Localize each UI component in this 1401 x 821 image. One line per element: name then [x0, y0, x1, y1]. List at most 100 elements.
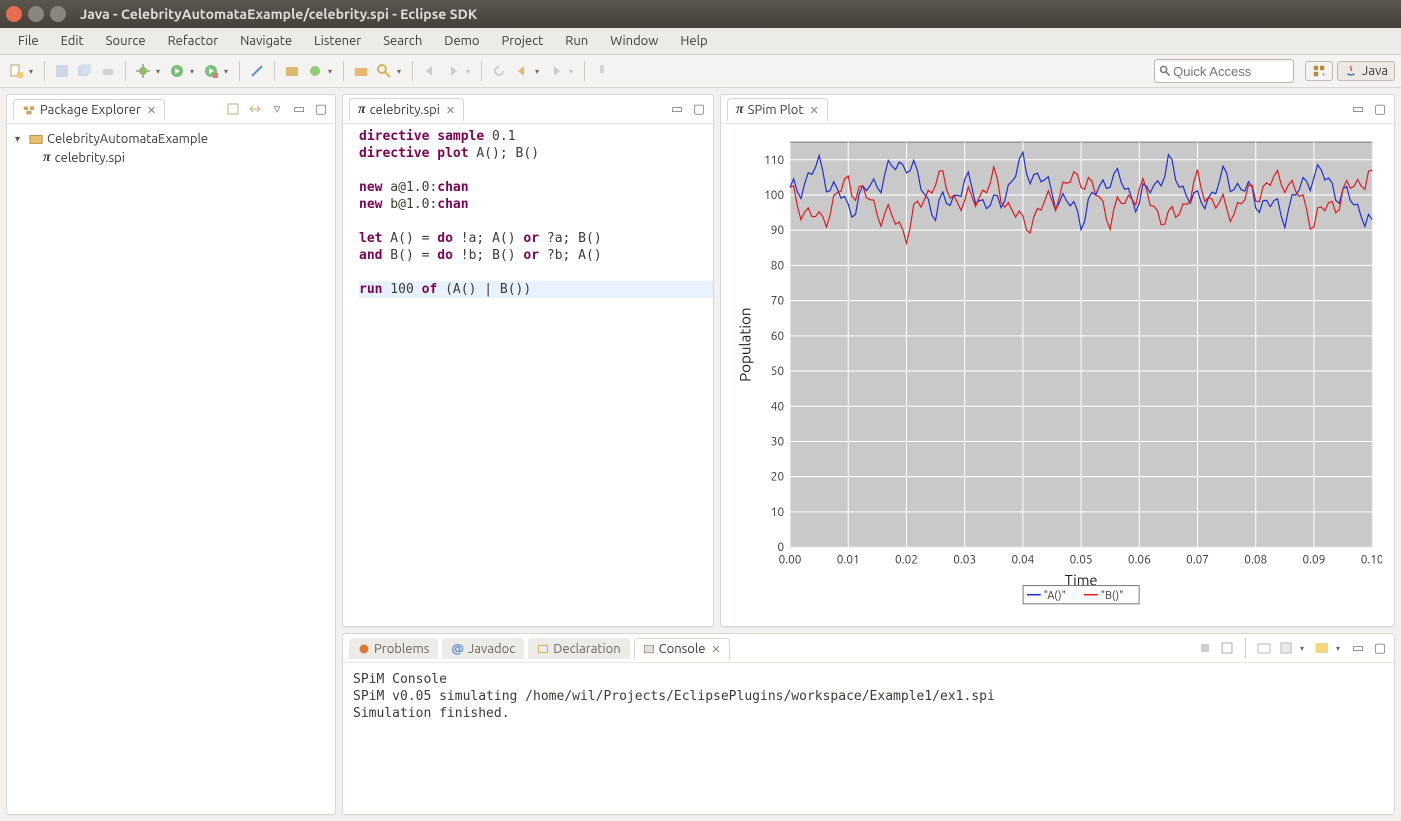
- svg-text:100: 100: [764, 189, 784, 202]
- search-icon[interactable]: [374, 61, 394, 81]
- dropdown-icon[interactable]: ▾: [29, 67, 37, 76]
- maximize-view-icon[interactable]: ▢: [1372, 640, 1388, 656]
- collapse-all-icon[interactable]: [225, 101, 241, 117]
- remove-launch-icon[interactable]: [1219, 640, 1235, 656]
- menu-refactor[interactable]: Refactor: [158, 31, 229, 51]
- view-menu-icon[interactable]: ▿: [269, 101, 285, 117]
- problems-icon: [358, 643, 370, 655]
- tab-label: Problems: [374, 642, 429, 656]
- display-console-icon[interactable]: [1314, 640, 1330, 656]
- menu-project[interactable]: Project: [491, 31, 553, 51]
- java-icon: [1344, 64, 1358, 78]
- dropdown-icon[interactable]: ▾: [190, 67, 198, 76]
- svg-text:0: 0: [777, 541, 784, 554]
- console-output[interactable]: SPiM Console SPiM v0.05 simulating /home…: [343, 663, 1394, 814]
- dropdown-icon[interactable]: ▾: [156, 67, 164, 76]
- new-package-icon[interactable]: [282, 61, 302, 81]
- minimize-icon[interactable]: [28, 6, 44, 22]
- tree-file[interactable]: π celebrity.spi: [15, 148, 327, 168]
- minimize-view-icon[interactable]: ▭: [1350, 640, 1366, 656]
- close-icon[interactable]: ✕: [147, 104, 156, 117]
- chevron-down-icon[interactable]: ▾: [15, 133, 25, 145]
- minimize-view-icon[interactable]: ▭: [669, 101, 685, 117]
- open-type-icon[interactable]: [351, 61, 371, 81]
- scroll-lock-icon[interactable]: [1278, 640, 1294, 656]
- svg-text:0.01: 0.01: [837, 553, 860, 566]
- close-icon[interactable]: ✕: [446, 104, 455, 117]
- menu-listener[interactable]: Listener: [304, 31, 371, 51]
- minimize-view-icon[interactable]: ▭: [1350, 101, 1366, 117]
- close-icon[interactable]: ✕: [810, 104, 819, 117]
- maximize-icon[interactable]: [50, 6, 66, 22]
- dropdown-icon[interactable]: ▾: [535, 67, 543, 76]
- svg-text:30: 30: [771, 435, 785, 448]
- close-icon[interactable]: [6, 6, 22, 22]
- clear-console-icon[interactable]: [1256, 640, 1272, 656]
- pi-icon: π: [736, 102, 744, 118]
- svg-text:0.02: 0.02: [895, 553, 918, 566]
- tab-problems[interactable]: Problems: [349, 638, 438, 659]
- svg-text:0.10: 0.10: [1361, 553, 1382, 566]
- pin-icon[interactable]: [592, 61, 612, 81]
- menu-window[interactable]: Window: [600, 31, 668, 51]
- menu-navigate[interactable]: Navigate: [230, 31, 302, 51]
- tab-console[interactable]: Console ✕: [634, 638, 730, 659]
- dropdown-icon[interactable]: ▾: [1336, 644, 1344, 653]
- dropdown-icon[interactable]: ▾: [328, 67, 336, 76]
- close-icon[interactable]: ✕: [712, 643, 721, 656]
- javadoc-icon: @: [451, 642, 464, 656]
- quick-access-input[interactable]: [1171, 63, 1289, 80]
- package-explorer-tree[interactable]: ▾ CelebrityAutomataExample π celebrity.s…: [7, 124, 335, 174]
- svg-text:Population: Population: [737, 307, 754, 381]
- tab-javadoc[interactable]: @ Javadoc: [442, 638, 524, 659]
- pi-icon: π: [358, 102, 366, 118]
- nav-next-icon[interactable]: [443, 61, 463, 81]
- maximize-view-icon[interactable]: ▢: [1372, 101, 1388, 117]
- minimize-view-icon[interactable]: ▭: [291, 101, 307, 117]
- tab-plot[interactable]: π SPim Plot ✕: [727, 98, 828, 121]
- menu-search[interactable]: Search: [373, 31, 432, 51]
- new-class-icon[interactable]: [305, 61, 325, 81]
- menu-file[interactable]: File: [8, 31, 49, 51]
- quick-access[interactable]: [1154, 59, 1294, 83]
- perspective-java-button[interactable]: Java: [1337, 61, 1395, 81]
- new-icon[interactable]: [6, 61, 26, 81]
- forward-icon[interactable]: [546, 61, 566, 81]
- menu-source[interactable]: Source: [96, 31, 156, 51]
- editor-tabs: π celebrity.spi ✕ ▭ ▢: [343, 95, 713, 124]
- back-icon[interactable]: [512, 61, 532, 81]
- declaration-icon: [537, 643, 549, 655]
- dropdown-icon[interactable]: ▾: [466, 67, 474, 76]
- tab-package-explorer[interactable]: Package Explorer ✕: [13, 99, 165, 120]
- tree-project-label: CelebrityAutomataExample: [47, 132, 208, 146]
- menu-run[interactable]: Run: [555, 31, 598, 51]
- last-edit-icon[interactable]: [489, 61, 509, 81]
- tab-declaration[interactable]: Declaration: [528, 638, 629, 659]
- bottom-tabs: Problems @ Javadoc Declaration Conso: [343, 634, 1394, 663]
- code-editor[interactable]: directive sample 0.1directive plot A(); …: [343, 124, 713, 626]
- save-icon[interactable]: [52, 61, 72, 81]
- dropdown-icon[interactable]: ▾: [569, 67, 577, 76]
- dropdown-icon[interactable]: ▾: [224, 67, 232, 76]
- dropdown-icon[interactable]: ▾: [1300, 644, 1308, 653]
- terminate-icon[interactable]: [1197, 640, 1213, 656]
- print-icon[interactable]: [98, 61, 118, 81]
- menu-demo[interactable]: Demo: [434, 31, 489, 51]
- tree-project[interactable]: ▾ CelebrityAutomataExample: [15, 130, 327, 148]
- run-ext-icon[interactable]: [201, 61, 221, 81]
- menu-edit[interactable]: Edit: [51, 31, 94, 51]
- plot-canvas: 0.000.010.020.030.040.050.060.070.080.09…: [721, 124, 1394, 626]
- link-editor-icon[interactable]: [247, 101, 263, 117]
- tab-editor[interactable]: π celebrity.spi ✕: [349, 98, 464, 121]
- open-perspective-button[interactable]: +: [1305, 61, 1333, 81]
- tab-label: Console: [659, 642, 706, 656]
- save-all-icon[interactable]: [75, 61, 95, 81]
- maximize-view-icon[interactable]: ▢: [313, 101, 329, 117]
- debug-icon[interactable]: [133, 61, 153, 81]
- wand-icon[interactable]: [247, 61, 267, 81]
- menu-help[interactable]: Help: [670, 31, 717, 51]
- maximize-view-icon[interactable]: ▢: [691, 101, 707, 117]
- nav-prev-icon[interactable]: [420, 61, 440, 81]
- run-icon[interactable]: [167, 61, 187, 81]
- dropdown-icon[interactable]: ▾: [397, 67, 405, 76]
